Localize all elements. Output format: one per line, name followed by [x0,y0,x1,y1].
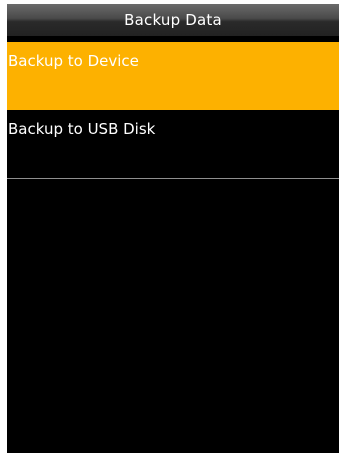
screen-title: Backup Data [124,11,222,29]
menu-item-backup-to-usb-disk[interactable]: Backup to USB Disk [7,110,339,178]
title-bar: Backup Data [7,4,339,36]
menu-divider [7,178,339,179]
menu-item-label: Backup to Device [8,52,139,70]
device-screen: Backup Data Backup to Device Backup to U… [7,4,339,453]
menu-item-backup-to-device[interactable]: Backup to Device [7,42,339,110]
menu-item-label: Backup to USB Disk [8,120,156,138]
menu-list: Backup to Device Backup to USB Disk [7,42,339,179]
